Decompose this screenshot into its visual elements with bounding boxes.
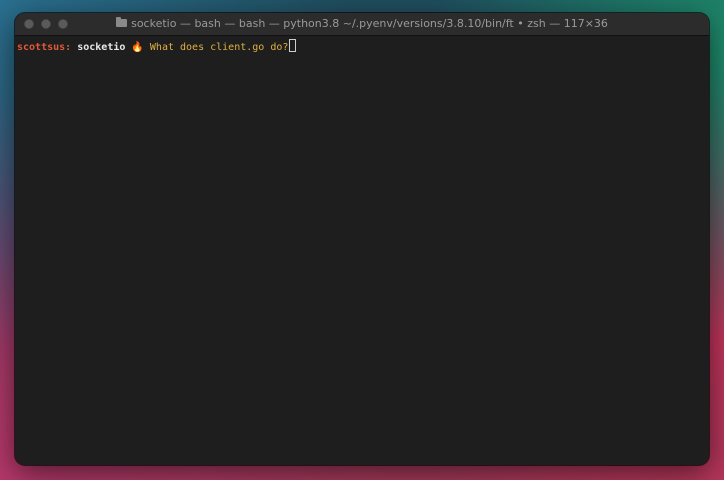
window-controls <box>15 19 68 29</box>
folder-icon <box>116 17 128 27</box>
text-cursor <box>289 39 297 52</box>
prompt-directory: socketio <box>77 42 126 53</box>
close-button[interactable] <box>24 19 34 29</box>
zoom-button[interactable] <box>58 19 68 29</box>
terminal-content[interactable]: scottsus: socketio 🔥 What does client.go… <box>15 36 709 57</box>
title-bar[interactable]: socketio — bash — bash — python3.8 ~/.py… <box>15 13 709 36</box>
terminal-window: socketio — bash — bash — python3.8 ~/.py… <box>15 13 709 465</box>
command-input[interactable]: What does client.go do? <box>150 42 288 53</box>
window-title: socketio — bash — bash — python3.8 ~/.py… <box>15 13 709 35</box>
prompt-user: scottsus: <box>17 42 72 53</box>
window-title-text: socketio — bash — bash — python3.8 ~/.py… <box>131 17 608 30</box>
fire-icon: 🔥 <box>131 42 144 53</box>
minimize-button[interactable] <box>41 19 51 29</box>
